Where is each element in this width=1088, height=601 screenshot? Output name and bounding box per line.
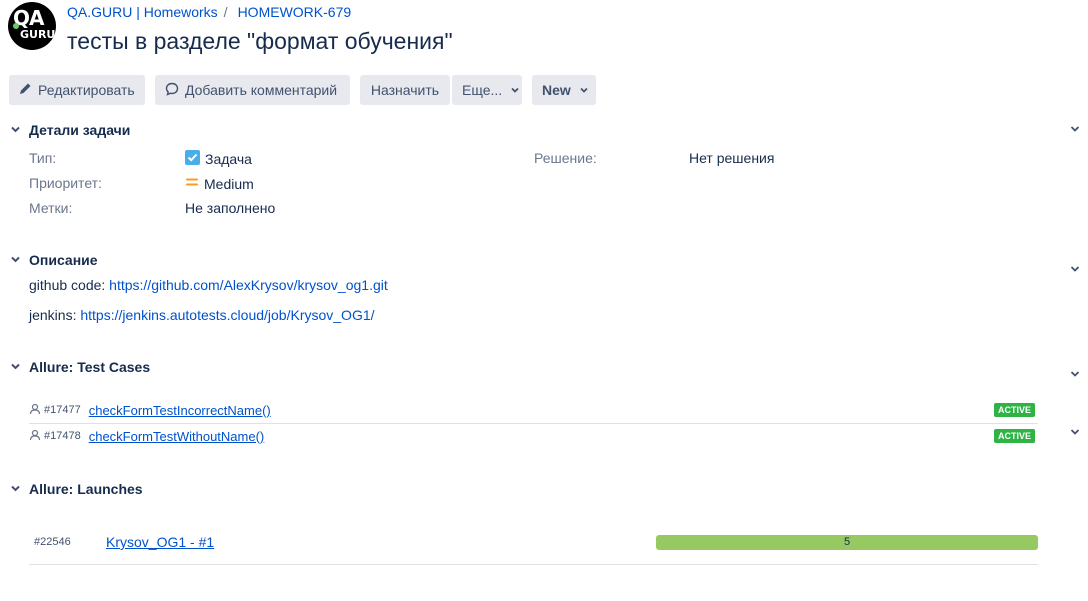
- add-comment-button[interactable]: Добавить комментарий: [155, 75, 350, 105]
- assign-button-label: Назначить: [370, 82, 440, 98]
- launches-section-toggle[interactable]: Allure: Launches: [10, 481, 143, 497]
- breadcrumb-separator: /: [223, 4, 228, 20]
- chevron-down-icon: [510, 82, 526, 98]
- priority-value-text: Medium: [204, 175, 254, 192]
- status-button[interactable]: New: [532, 75, 596, 105]
- description-line-github: github code: https://github.com/AlexKrys…: [29, 277, 388, 293]
- status-badge: ACTIVE: [993, 429, 1035, 443]
- breadcrumb-project[interactable]: QA.GURU | Homeworks: [67, 4, 218, 20]
- breadcrumb-issue-key[interactable]: HOMEWORK-679: [238, 4, 352, 20]
- test-case-id: #17478: [44, 430, 81, 442]
- launch-link[interactable]: Krysov_OG1 - #1: [106, 534, 214, 550]
- chevron-down-icon: [10, 481, 29, 497]
- test-case-id: #17477: [44, 404, 81, 416]
- logo-text-guru: GURU: [20, 28, 56, 41]
- user-icon: [29, 429, 41, 444]
- chevron-down-icon[interactable]: [1068, 367, 1082, 381]
- resolution-label: Решение:: [534, 150, 597, 166]
- chevron-down-icon[interactable]: [1068, 425, 1082, 439]
- breadcrumb: QA.GURU | Homeworks / HOMEWORK-679: [67, 4, 351, 20]
- launch-result-bar: 5: [656, 535, 1038, 550]
- details-heading: Детали задачи: [29, 122, 131, 138]
- chevron-down-icon: [579, 82, 595, 98]
- chevron-down-icon[interactable]: [1068, 122, 1082, 136]
- priority-value[interactable]: Medium: [185, 175, 254, 192]
- add-comment-button-label: Добавить комментарий: [185, 82, 338, 98]
- pencil-icon: [19, 82, 38, 98]
- type-value[interactable]: Задача: [185, 150, 252, 168]
- launch-passed-count: 5: [843, 536, 851, 548]
- page-title[interactable]: тесты в разделе "формат обучения": [67, 28, 453, 55]
- task-checkbox-icon: [185, 150, 205, 168]
- test-cases-heading: Allure: Test Cases: [29, 359, 151, 375]
- description-line-jenkins: jenkins: https://jenkins.autotests.cloud…: [29, 307, 375, 323]
- chevron-down-icon[interactable]: [1068, 262, 1082, 276]
- launches-heading: Allure: Launches: [29, 481, 143, 497]
- priority-label: Приоритет:: [29, 175, 102, 191]
- test-case-row: #17478 checkFormTestWithoutName() ACTIVE: [29, 424, 1038, 448]
- test-case-link[interactable]: checkFormTestIncorrectName(): [89, 403, 271, 418]
- edit-button[interactable]: Редактировать: [9, 75, 145, 105]
- type-label: Тип:: [29, 150, 57, 166]
- github-prefix: github code:: [29, 277, 110, 293]
- user-icon: [29, 403, 41, 418]
- priority-medium-icon: [185, 175, 204, 192]
- description-section-toggle[interactable]: Описание: [10, 252, 98, 268]
- logo-dot: [13, 23, 19, 29]
- resolution-value: Нет решения: [689, 150, 775, 166]
- more-button-label: Еще...: [462, 82, 503, 98]
- assign-button[interactable]: Назначить: [360, 75, 450, 105]
- project-avatar[interactable]: QA GURU: [8, 2, 56, 50]
- test-case-link[interactable]: checkFormTestWithoutName(): [89, 429, 265, 444]
- github-link[interactable]: https://github.com/AlexKrysov/krysov_og1…: [109, 277, 388, 293]
- type-value-text: Задача: [205, 151, 252, 167]
- test-case-row: #17477 checkFormTestIncorrectName() ACTI…: [29, 398, 1038, 422]
- description-heading: Описание: [29, 252, 98, 268]
- status-button-label: New: [542, 82, 571, 98]
- chevron-down-icon: [10, 252, 29, 268]
- more-button[interactable]: Еще...: [452, 75, 522, 105]
- details-section-toggle[interactable]: Детали задачи: [10, 122, 130, 138]
- test-cases-section-toggle[interactable]: Allure: Test Cases: [10, 359, 150, 375]
- labels-label: Метки:: [29, 200, 73, 216]
- jenkins-link[interactable]: https://jenkins.autotests.cloud/job/Krys…: [80, 307, 374, 323]
- chevron-down-icon: [10, 122, 29, 138]
- comment-icon: [165, 82, 185, 99]
- row-divider: [29, 564, 1038, 565]
- edit-button-label: Редактировать: [38, 82, 135, 98]
- labels-value[interactable]: Не заполнено: [185, 200, 275, 216]
- jenkins-prefix: jenkins:: [29, 307, 81, 323]
- status-badge: ACTIVE: [993, 403, 1035, 417]
- chevron-down-icon: [10, 359, 29, 375]
- launch-id: #22546: [34, 536, 71, 548]
